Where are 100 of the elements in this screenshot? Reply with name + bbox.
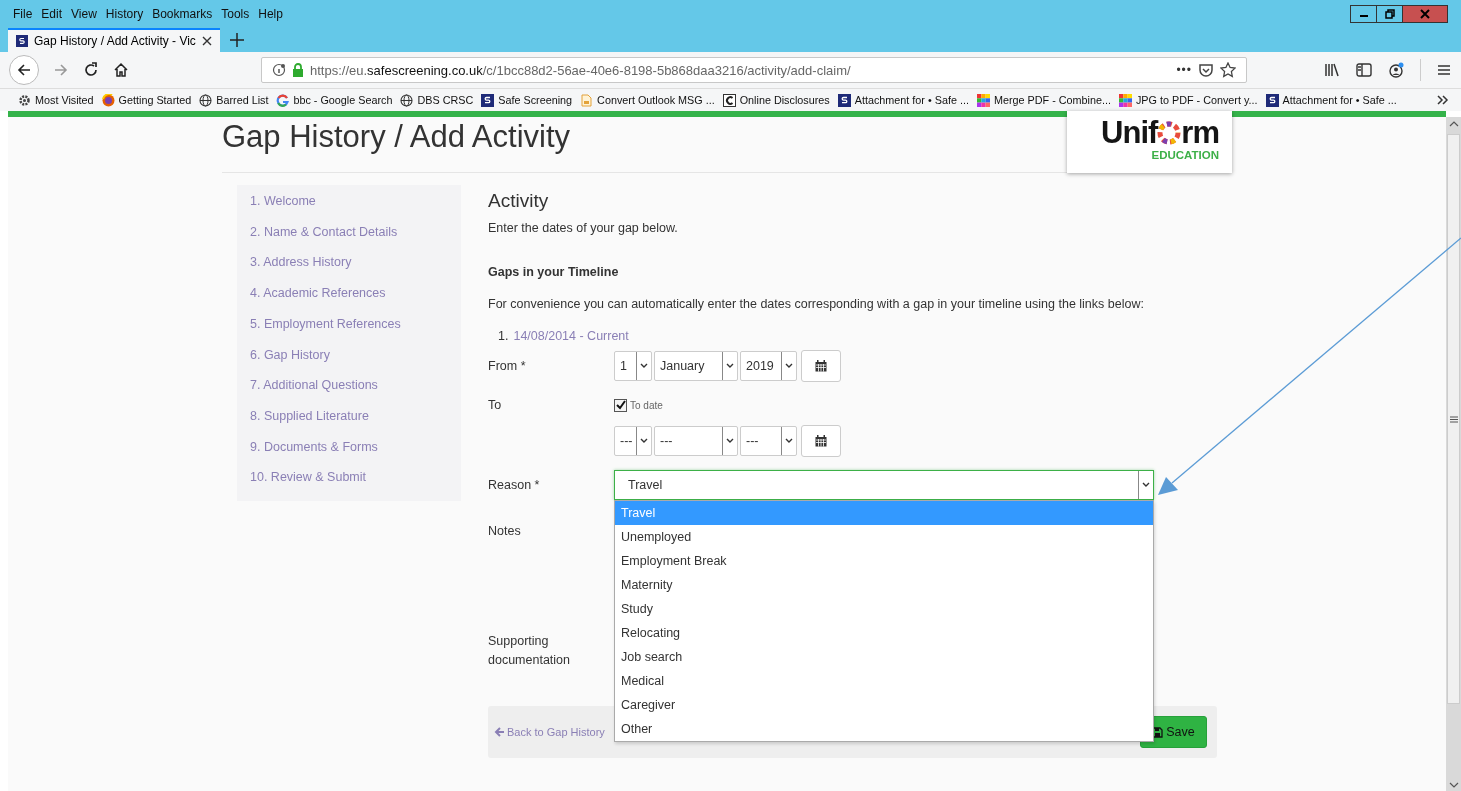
- bookmark-item[interactable]: Attachment for • Safe ...: [837, 93, 969, 107]
- document-icon: [580, 93, 594, 107]
- reason-select[interactable]: Travel: [614, 470, 1154, 500]
- field-label: Supporting documentation: [488, 633, 568, 669]
- scrollbar[interactable]: [1446, 117, 1461, 791]
- bookmark-item[interactable]: Most Visited: [18, 93, 94, 107]
- shield-s-icon: [1265, 93, 1279, 107]
- dropdown-option[interactable]: Unemployed: [615, 525, 1153, 549]
- shield-s-icon: [16, 35, 28, 47]
- bookmark-item[interactable]: DBS CRSC: [400, 93, 474, 107]
- account-icon[interactable]: [1388, 62, 1404, 78]
- caret-icon: [785, 437, 793, 444]
- intro-text: Enter the dates of your gap below.: [488, 220, 679, 237]
- chevron-icon[interactable]: [1437, 95, 1449, 105]
- floppy-icon: [1152, 726, 1164, 738]
- globe-icon: [199, 93, 213, 107]
- year-select[interactable]: 2019: [740, 350, 797, 381]
- calendar-icon: [815, 434, 827, 447]
- color-grid-icon: [1118, 93, 1132, 107]
- dropdown-option[interactable]: Medical: [615, 669, 1153, 693]
- forward-icon[interactable]: [53, 62, 69, 78]
- shield-s-icon: [837, 93, 851, 107]
- menu-item[interactable]: View: [71, 7, 97, 21]
- caret-icon: [1142, 482, 1150, 488]
- month-select[interactable]: ---: [654, 425, 738, 456]
- shield-s-icon: [481, 93, 495, 107]
- more-actions[interactable]: •••: [1176, 63, 1192, 77]
- dropdown-option[interactable]: Study: [615, 597, 1153, 621]
- globe-icon: [400, 93, 414, 107]
- to-date-checkbox[interactable]: [614, 398, 627, 412]
- scroll-up-icon[interactable]: [1448, 120, 1459, 128]
- year-select[interactable]: ---: [740, 425, 797, 456]
- bookmark-item[interactable]: JPG to PDF - Convert y...: [1118, 93, 1258, 107]
- bookmark-item[interactable]: Attachment for • Safe ...: [1265, 93, 1397, 107]
- info-icon[interactable]: [272, 63, 286, 77]
- bookmark-item[interactable]: Convert Outlook MSG ...: [580, 93, 715, 107]
- grip-icon[interactable]: [1449, 415, 1458, 423]
- sidebar-icon[interactable]: [1356, 63, 1372, 77]
- menu-item[interactable]: File: [13, 7, 33, 21]
- menu-item[interactable]: History: [105, 7, 144, 21]
- star-icon[interactable]: [1220, 62, 1236, 78]
- bookmark-item[interactable]: Safe Screening: [481, 93, 573, 107]
- bookmark-item[interactable]: Merge PDF - Combine...: [976, 93, 1111, 107]
- day-select[interactable]: 1: [614, 350, 652, 381]
- reload-icon[interactable]: [83, 62, 99, 78]
- bookmark-item[interactable]: Getting Started: [101, 93, 192, 107]
- menu-item[interactable]: Bookmarks: [152, 7, 213, 21]
- caret-icon: [726, 437, 734, 444]
- day-select[interactable]: ---: [614, 425, 652, 456]
- calendar-button[interactable]: [801, 349, 841, 382]
- gear-icon: [18, 93, 31, 107]
- gap-link[interactable]: 14/08/2014 - Current: [513, 327, 629, 345]
- dropdown-option[interactable]: Employment Break: [615, 549, 1153, 573]
- close-icon: [1420, 9, 1430, 19]
- caret-icon: [640, 362, 648, 369]
- globe-flame-icon: [101, 93, 115, 107]
- calendar-button[interactable]: [801, 424, 841, 457]
- subheading: Gaps in your Timeline: [488, 264, 620, 281]
- menu-item[interactable]: Tools: [221, 7, 250, 21]
- menu-icon[interactable]: [1437, 64, 1451, 76]
- bookmark-item[interactable]: bbc - Google Search: [276, 93, 393, 107]
- library-icon[interactable]: [1324, 63, 1340, 77]
- dropdown-option[interactable]: Relocating: [615, 621, 1153, 645]
- caret-icon: [726, 362, 734, 369]
- dropdown-option[interactable]: Job search: [615, 645, 1153, 669]
- browser-tab[interactable]: Gap History / Add Activity - Vic: [8, 28, 220, 52]
- back-arrow-icon: [16, 62, 32, 78]
- list-number: 1.: [498, 328, 509, 345]
- calendar-icon: [815, 359, 827, 372]
- field-label: Notes: [488, 524, 522, 538]
- menu-item[interactable]: Help: [258, 7, 283, 21]
- month-select[interactable]: January: [654, 350, 738, 381]
- caret-icon: [785, 362, 793, 369]
- back-button[interactable]: [9, 55, 39, 85]
- pocket-icon[interactable]: [1198, 62, 1214, 78]
- new-tab-icon[interactable]: [229, 33, 244, 47]
- g-letter-icon: [276, 93, 290, 107]
- c-square-icon: [722, 93, 736, 107]
- logo-text: Unif: [1101, 119, 1158, 147]
- minimize-button[interactable]: [1350, 5, 1377, 23]
- restore-icon: [1384, 9, 1395, 19]
- url-text: https://eu.safescreening.co.uk/c/1bcc88d2-56ae-40e6-8198-5b868daa3216/activity/add-claim/: [310, 62, 852, 78]
- color-grid-icon: [976, 93, 990, 107]
- restore-button[interactable]: [1376, 5, 1403, 23]
- home-icon[interactable]: [113, 62, 129, 78]
- back-arrow-icon: [494, 727, 505, 737]
- page-title: Gap History / Add Activity: [222, 118, 571, 156]
- bookmark-item[interactable]: Barred List: [199, 93, 269, 107]
- address-field[interactable]: https://eu.safescreening.co.uk/c/1bcc88d2-56ae-40e6-8198-5b868daa3216/activity/add-claim/ •••: [261, 57, 1247, 83]
- lock-icon: [292, 63, 304, 77]
- logo-text: rm: [1181, 119, 1219, 147]
- logo-subtitle: EDUCATION: [1151, 149, 1219, 161]
- menu-item[interactable]: Edit: [41, 7, 63, 21]
- section-heading: Activity: [488, 189, 550, 213]
- dropdown-option[interactable]: Caregiver: [615, 693, 1153, 717]
- scroll-down-icon[interactable]: [1448, 781, 1459, 789]
- close-button[interactable]: [1402, 5, 1448, 23]
- dropdown-option[interactable]: Maternity: [615, 573, 1153, 597]
- bookmark-item[interactable]: Online Disclosures: [722, 93, 830, 107]
- close-icon[interactable]: [201, 36, 212, 46]
